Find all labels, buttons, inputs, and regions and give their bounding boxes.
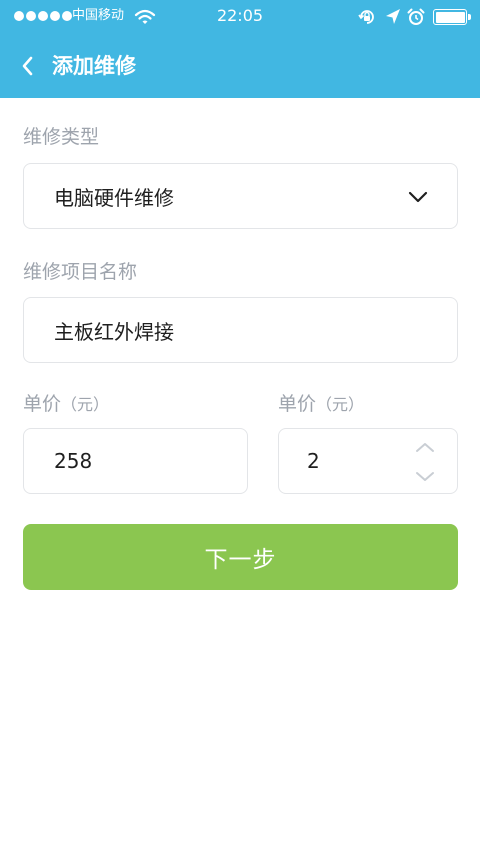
chevron-down-icon: [408, 191, 428, 203]
quantity-unit: （元）: [316, 395, 365, 414]
battery-icon: [433, 9, 467, 25]
orientation-lock-icon: [358, 10, 374, 24]
unit-price-field[interactable]: 258: [23, 428, 248, 494]
battery-tip: [468, 14, 471, 20]
item-name-value: 主板红外焊接: [54, 319, 174, 344]
next-button[interactable]: 下一步: [23, 524, 458, 590]
chevron-left-icon[interactable]: [14, 52, 42, 80]
location-arrow-icon: [386, 9, 400, 24]
chevron-down-icon[interactable]: [413, 467, 437, 487]
repair-type-value: 电脑硬件维修: [54, 185, 174, 210]
alarm-clock-icon: [407, 8, 425, 25]
status-bar: 中国移动 22:05: [0, 0, 480, 34]
chevron-up-icon[interactable]: [413, 437, 437, 457]
unit-price-unit: （元）: [61, 395, 110, 414]
app-header: 中国移动 22:05 添加维修: [0, 0, 480, 98]
repair-type-select[interactable]: 电脑硬件维修: [23, 163, 458, 229]
unit-price-value: 258: [54, 449, 93, 473]
quantity-value: 2: [307, 449, 320, 473]
repair-type-label: 维修类型: [23, 126, 100, 148]
unit-price-label: 单价（元）: [23, 393, 110, 415]
quantity-label: 单价（元）: [278, 393, 365, 415]
item-name-field[interactable]: 主板红外焊接: [23, 297, 458, 363]
quantity-stepper[interactable]: 2: [278, 428, 458, 494]
item-name-label: 维修项目名称: [23, 261, 138, 283]
page-title: 添加维修: [52, 54, 136, 78]
